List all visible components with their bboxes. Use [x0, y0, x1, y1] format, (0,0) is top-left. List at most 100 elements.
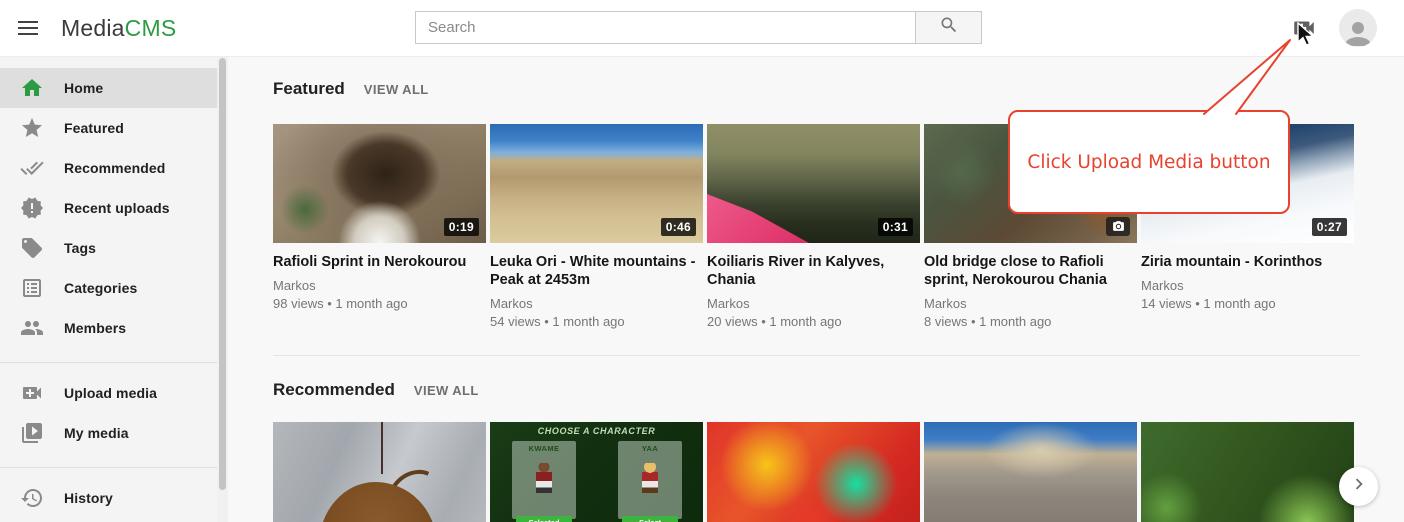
photo-camera-icon: [1106, 217, 1130, 236]
featured-view-all-link[interactable]: VIEW ALL: [364, 82, 429, 97]
game-select-button: Select: [622, 516, 678, 522]
sidebar-scrollbar: [217, 56, 228, 522]
duration-badge: 0:19: [444, 218, 479, 236]
media-thumbnail[interactable]: [924, 422, 1137, 522]
media-card: CHOOSE A CHARACTER KWAME Selected YAA Se…: [490, 422, 703, 522]
media-card: [924, 422, 1137, 522]
game-character-sprite: [536, 463, 552, 493]
sidebar-item-my-media[interactable]: My media: [0, 413, 217, 453]
media-title[interactable]: Leuka Ori - White mountains - Peak at 24…: [490, 253, 703, 289]
media-thumbnail[interactable]: CHOOSE A CHARACTER KWAME Selected YAA Se…: [490, 422, 703, 522]
tutorial-callout-tail: [1190, 32, 1310, 118]
kayak-shape: [707, 173, 857, 243]
media-title[interactable]: Koiliaris River in Kalyves, Chania: [707, 253, 920, 289]
media-title[interactable]: Old bridge close to Rafioli sprint, Nero…: [924, 253, 1137, 289]
search-bar: [415, 11, 982, 44]
sidebar-item-members[interactable]: Members: [0, 308, 217, 348]
search-icon: [939, 15, 959, 40]
media-meta: 54 views • 1 month ago: [490, 314, 703, 330]
media-thumbnail[interactable]: 0:19: [273, 124, 486, 243]
duration-badge: 0:31: [878, 218, 913, 236]
sidebar-label: Upload media: [64, 385, 157, 401]
logo-text-cms: CMS: [125, 15, 177, 41]
media-author: Markos: [490, 296, 703, 312]
duration-badge: 0:27: [1312, 218, 1347, 236]
media-card: 0:46 Leuka Ori - White mountains - Peak …: [490, 124, 703, 330]
media-thumbnail[interactable]: 0:46: [490, 124, 703, 243]
game-character-name: KWAME: [512, 444, 576, 453]
logo-text-media: Media: [61, 15, 125, 41]
featured-section-header: Featured VIEW ALL: [273, 79, 429, 99]
media-meta: 98 views • 1 month ago: [273, 296, 486, 312]
sidebar-item-home[interactable]: Home: [0, 68, 217, 108]
media-author: Markos: [273, 278, 486, 294]
sidebar: Home Featured Recommended Recent uploads…: [0, 56, 217, 522]
game-character-panel: YAA Select: [618, 441, 682, 519]
media-meta: 8 views • 1 month ago: [924, 314, 1137, 330]
game-selected-button: Selected: [516, 516, 572, 522]
home-icon: [20, 76, 44, 100]
sidebar-item-featured[interactable]: Featured: [0, 108, 217, 148]
sidebar-item-recent-uploads[interactable]: Recent uploads: [0, 188, 217, 228]
media-meta: 20 views • 1 month ago: [707, 314, 920, 330]
game-screen-title: CHOOSE A CHARACTER: [490, 426, 703, 436]
pumpkin-string: [381, 422, 383, 474]
sidebar-divider: [0, 467, 217, 468]
media-card: [707, 422, 920, 522]
sidebar-item-categories[interactable]: Categories: [0, 268, 217, 308]
media-thumbnail[interactable]: [273, 422, 486, 522]
featured-title: Featured: [273, 79, 345, 99]
sidebar-label: Categories: [64, 280, 137, 296]
logo[interactable]: MediaCMS: [61, 0, 176, 56]
star-icon: [20, 116, 44, 140]
recommended-view-all-link[interactable]: VIEW ALL: [414, 383, 479, 398]
carousel-next-button[interactable]: [1339, 467, 1378, 506]
media-thumbnail[interactable]: 0:31: [707, 124, 920, 243]
sidebar-item-upload-media[interactable]: Upload media: [0, 373, 217, 413]
history-icon: [20, 486, 44, 510]
media-card: [1141, 422, 1354, 522]
media-card: 0:31 Koiliaris River in Kalyves, Chania …: [707, 124, 920, 330]
media-card: [273, 422, 486, 522]
media-thumbnail[interactable]: [707, 422, 920, 522]
person-icon: [1340, 16, 1376, 47]
sidebar-item-history[interactable]: History: [0, 478, 217, 518]
categories-icon: [20, 276, 44, 300]
mouse-cursor: [1296, 22, 1316, 48]
sidebar-item-tags[interactable]: Tags: [0, 228, 217, 268]
sidebar-label: History: [64, 490, 113, 506]
sidebar-label: Featured: [64, 120, 124, 136]
media-card: 0:19 Rafioli Sprint in Nerokourou Markos…: [273, 124, 486, 330]
media-title[interactable]: Rafioli Sprint in Nerokourou: [273, 253, 486, 271]
sidebar-label: Recent uploads: [64, 200, 170, 216]
sidebar-scrollbar-thumb[interactable]: [219, 58, 226, 490]
tag-icon: [20, 236, 44, 260]
done-all-icon: [20, 156, 44, 180]
media-author: Markos: [707, 296, 920, 312]
media-author: Markos: [1141, 278, 1354, 294]
upload-media-icon: [20, 381, 44, 405]
sidebar-label: My media: [64, 425, 129, 441]
game-character-sprite: [642, 463, 658, 493]
media-title[interactable]: Ziria mountain - Korinthos: [1141, 253, 1354, 271]
recommended-title: Recommended: [273, 380, 395, 400]
sidebar-item-recommended[interactable]: Recommended: [0, 148, 217, 188]
section-divider: [273, 355, 1360, 356]
user-avatar[interactable]: [1339, 9, 1377, 47]
video-library-icon: [20, 421, 44, 445]
tutorial-callout: Click Upload Media button: [1008, 110, 1290, 214]
sidebar-label: Members: [64, 320, 126, 336]
game-character-panel: KWAME Selected: [512, 441, 576, 519]
tutorial-callout-text: Click Upload Media button: [1027, 152, 1270, 173]
mediacms-home-page: MediaCMS Home Feat: [0, 0, 1404, 522]
media-author: Markos: [924, 296, 1137, 312]
search-input[interactable]: [415, 11, 916, 44]
menu-icon[interactable]: [14, 14, 44, 42]
sidebar-label: Tags: [64, 240, 96, 256]
chevron-right-icon: [1348, 473, 1370, 500]
search-button[interactable]: [916, 11, 982, 44]
media-thumbnail[interactable]: [1141, 422, 1354, 522]
sidebar-label: Home: [64, 80, 103, 96]
duration-badge: 0:46: [661, 218, 696, 236]
members-icon: [20, 316, 44, 340]
